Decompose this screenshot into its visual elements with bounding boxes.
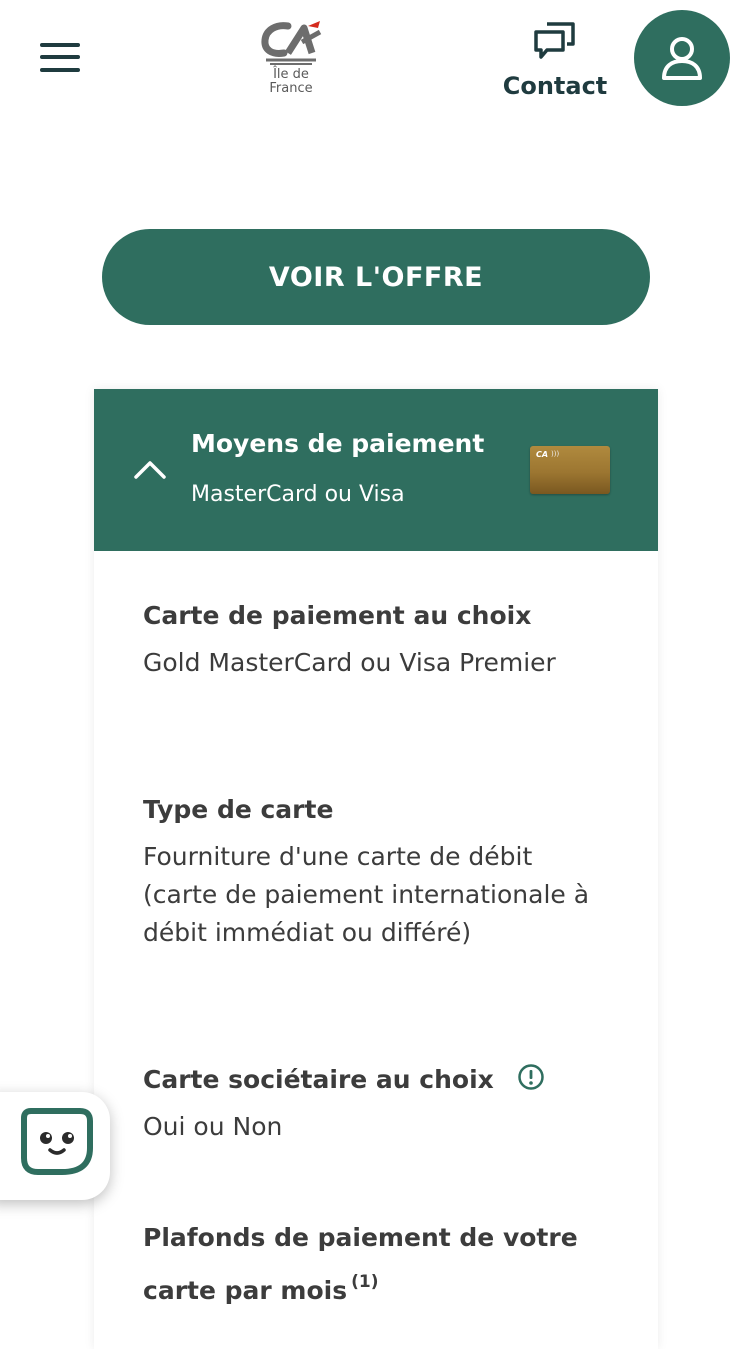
accordion-header[interactable]: Moyens de paiement MasterCard ou Visa CA… — [94, 389, 658, 551]
voir-offre-button[interactable]: VOIR L'OFFRE — [102, 229, 650, 325]
accordion-title: Moyens de paiement — [191, 429, 485, 458]
section-title: Carte sociétaire au choix — [143, 1057, 593, 1102]
chatbot-button[interactable] — [0, 1092, 110, 1200]
payment-methods-accordion: Moyens de paiement MasterCard ou Visa CA… — [94, 389, 658, 1349]
menu-bar — [40, 55, 80, 59]
section-title: Carte de paiement au choix — [143, 601, 532, 630]
menu-bar — [40, 43, 80, 47]
section-value: Oui ou Non — [143, 1112, 283, 1141]
accordion-subtitle: MasterCard ou Visa — [191, 482, 405, 507]
hamburger-menu-icon[interactable] — [38, 40, 82, 76]
contact-button[interactable]: Contact — [500, 18, 610, 108]
gold-card-image: CA ))) — [530, 446, 610, 494]
chevron-up-icon — [134, 461, 166, 479]
section-title: Plafonds de paiement de votre carte par … — [143, 1215, 593, 1313]
section-carte-paiement: Carte de paiement au choix Gold MasterCa… — [143, 593, 593, 682]
header: Île de France Contact — [0, 0, 750, 120]
contactless-icon: ))) — [551, 450, 560, 458]
ca-logo-mark — [261, 21, 322, 65]
section-title-text: Carte sociétaire au choix — [143, 1065, 494, 1094]
section-carte-societaire: Carte sociétaire au choix Oui ou Non — [143, 1057, 593, 1146]
account-button[interactable] — [634, 10, 730, 106]
section-type-carte: Type de carte Fourniture d'une carte de … — [143, 787, 593, 952]
chat-bubbles-icon — [534, 22, 575, 59]
card-logo: CA — [536, 450, 549, 459]
section-value: Fourniture d'une carte de débit (carte d… — [143, 842, 590, 947]
logo-region-text: Île de France — [269, 67, 313, 96]
section-value: Gold MasterCard ou Visa Premier — [143, 648, 556, 677]
section-title-text: Plafonds de paiement de votre carte par … — [143, 1223, 578, 1305]
section-title: Type de carte — [143, 795, 334, 824]
footnote-marker: (1) — [351, 1272, 379, 1292]
menu-bar — [40, 68, 80, 72]
user-icon — [662, 37, 702, 80]
section-plafonds: Plafonds de paiement de votre carte par … — [143, 1215, 593, 1313]
chatbot-face-icon — [21, 1108, 93, 1175]
contact-label: Contact — [502, 72, 608, 100]
credit-agricole-logo[interactable]: Île de France — [258, 18, 324, 100]
info-exclamation-icon[interactable] — [517, 1063, 545, 1091]
